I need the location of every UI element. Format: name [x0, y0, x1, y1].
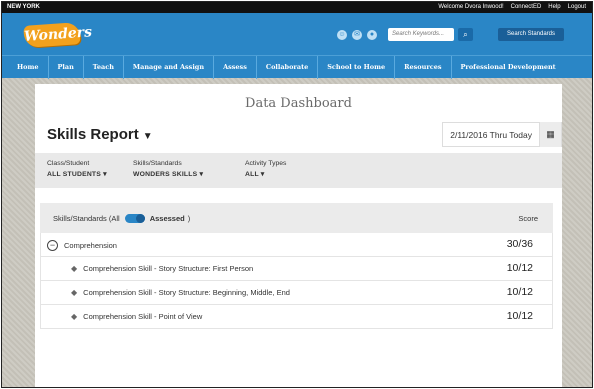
- user-icon[interactable]: ☺: [337, 30, 347, 40]
- search-icon: ⌕: [463, 30, 468, 39]
- skills-table: Skills/Standards (All Assessed ) Score −…: [40, 203, 553, 329]
- assessed-label: Assessed: [149, 214, 185, 223]
- nav-school-to-home[interactable]: School to Home: [318, 55, 396, 79]
- message-icon[interactable]: ✉: [352, 30, 362, 40]
- calendar-icon[interactable]: ▦: [539, 122, 561, 147]
- search-standards-button[interactable]: Search Standards: [498, 28, 564, 41]
- skill-label: Comprehension Skill - Story Structure: B…: [83, 288, 290, 297]
- tag-icon: ◆: [71, 288, 78, 297]
- collapse-icon[interactable]: −: [47, 240, 58, 251]
- dashboard-panel: Data Dashboard Skills Report ▼ 2/11/2016 …: [35, 84, 562, 387]
- search-button[interactable]: ⌕: [458, 28, 473, 41]
- wonders-logo[interactable]: Wonders: [23, 22, 93, 48]
- nav-plan[interactable]: Plan: [49, 55, 84, 79]
- group-score: 30/36: [506, 238, 533, 250]
- app-frame: NEW YORK Welcome Dvora Inwood! ConnectED…: [1, 1, 593, 388]
- welcome-text: Welcome Dvora Inwood!: [438, 4, 504, 10]
- header-icon-group: ☺ ✉ ●: [337, 30, 377, 40]
- help-link[interactable]: Help: [548, 4, 560, 10]
- report-selector[interactable]: Skills Report ▼: [47, 126, 153, 143]
- filter-label: Activity Types: [245, 160, 287, 167]
- date-range-picker[interactable]: 2/11/2016 Thru Today ▦: [442, 122, 562, 147]
- table-row[interactable]: ◆ Comprehension Skill - Story Structure:…: [40, 281, 553, 305]
- skill-score: 10/12: [506, 286, 533, 298]
- page-title: Data Dashboard: [245, 96, 352, 111]
- filter-class-student[interactable]: Class/Student ALL STUDENTS ▾: [47, 160, 107, 178]
- skill-score: 10/12: [506, 310, 533, 322]
- connected-link[interactable]: ConnectED: [511, 4, 542, 10]
- main-header: Wonders ☺ ✉ ● Search Keywords... ⌕ Searc…: [2, 13, 592, 55]
- nav-home[interactable]: Home: [8, 55, 49, 79]
- chevron-down-icon: ▼: [142, 131, 153, 142]
- top-utility-bar: NEW YORK Welcome Dvora Inwood! ConnectED…: [2, 2, 592, 13]
- nav-resources[interactable]: Resources: [395, 55, 452, 79]
- score-column-header: Score: [518, 214, 538, 223]
- report-title: Skills Report: [47, 126, 139, 143]
- filter-bar: Class/Student ALL STUDENTS ▾ Skills/Stan…: [35, 153, 562, 188]
- filter-value: WONDERS SKILLS ▾: [133, 171, 204, 178]
- nav-manage-assign[interactable]: Manage and Assign: [124, 55, 215, 79]
- header-suffix: ): [187, 214, 191, 223]
- nav-assess[interactable]: Assess: [214, 55, 257, 79]
- skill-label: Comprehension Skill - Story Structure: F…: [83, 264, 254, 273]
- logout-link[interactable]: Logout: [568, 4, 586, 10]
- filter-value: ALL STUDENTS ▾: [47, 171, 107, 178]
- table-row-group[interactable]: − Comprehension 30/36: [40, 233, 553, 257]
- nav-collaborate[interactable]: Collaborate: [257, 55, 319, 79]
- skill-name: ◆ Comprehension Skill - Point of View: [71, 312, 202, 321]
- nav-teach[interactable]: Teach: [84, 55, 124, 79]
- primary-nav: Home Plan Teach Manage and Assign Assess…: [2, 55, 592, 79]
- filter-value: ALL ▾: [245, 171, 265, 178]
- search-input[interactable]: Search Keywords...: [388, 28, 454, 41]
- group-name: − Comprehension: [47, 240, 117, 251]
- tag-icon: ◆: [71, 264, 78, 273]
- skill-score: 10/12: [506, 262, 533, 274]
- tag-icon: ◆: [71, 312, 78, 321]
- utility-links: Welcome Dvora Inwood! ConnectED Help Log…: [438, 4, 586, 10]
- table-header: Skills/Standards (All Assessed ) Score: [40, 203, 553, 233]
- table-row[interactable]: ◆ Comprehension Skill - Point of View 10…: [40, 305, 553, 329]
- nav-professional-development[interactable]: Professional Development: [452, 56, 565, 79]
- assessed-toggle[interactable]: [124, 214, 145, 223]
- table-row[interactable]: ◆ Comprehension Skill - Story Structure:…: [40, 257, 553, 281]
- assessed-filter: Skills/Standards (All Assessed ): [53, 214, 190, 223]
- header-skills-label: Skills/Standards (All: [53, 214, 120, 223]
- skill-label: Comprehension Skill - Point of View: [83, 312, 203, 321]
- settings-icon[interactable]: ●: [367, 30, 377, 40]
- filter-skills-standards[interactable]: Skills/Standards WONDERS SKILLS ▾: [133, 160, 203, 178]
- region-label: NEW YORK: [7, 4, 40, 10]
- filter-label: Class/Student: [47, 160, 90, 167]
- date-range-text: 2/11/2016 Thru Today: [450, 129, 532, 140]
- skill-name: ◆ Comprehension Skill - Story Structure:…: [71, 288, 290, 297]
- skill-name: ◆ Comprehension Skill - Story Structure:…: [71, 264, 253, 273]
- filter-activity-types[interactable]: Activity Types ALL ▾: [245, 160, 286, 178]
- filter-label: Skills/Standards: [133, 160, 182, 167]
- group-label: Comprehension: [64, 241, 117, 250]
